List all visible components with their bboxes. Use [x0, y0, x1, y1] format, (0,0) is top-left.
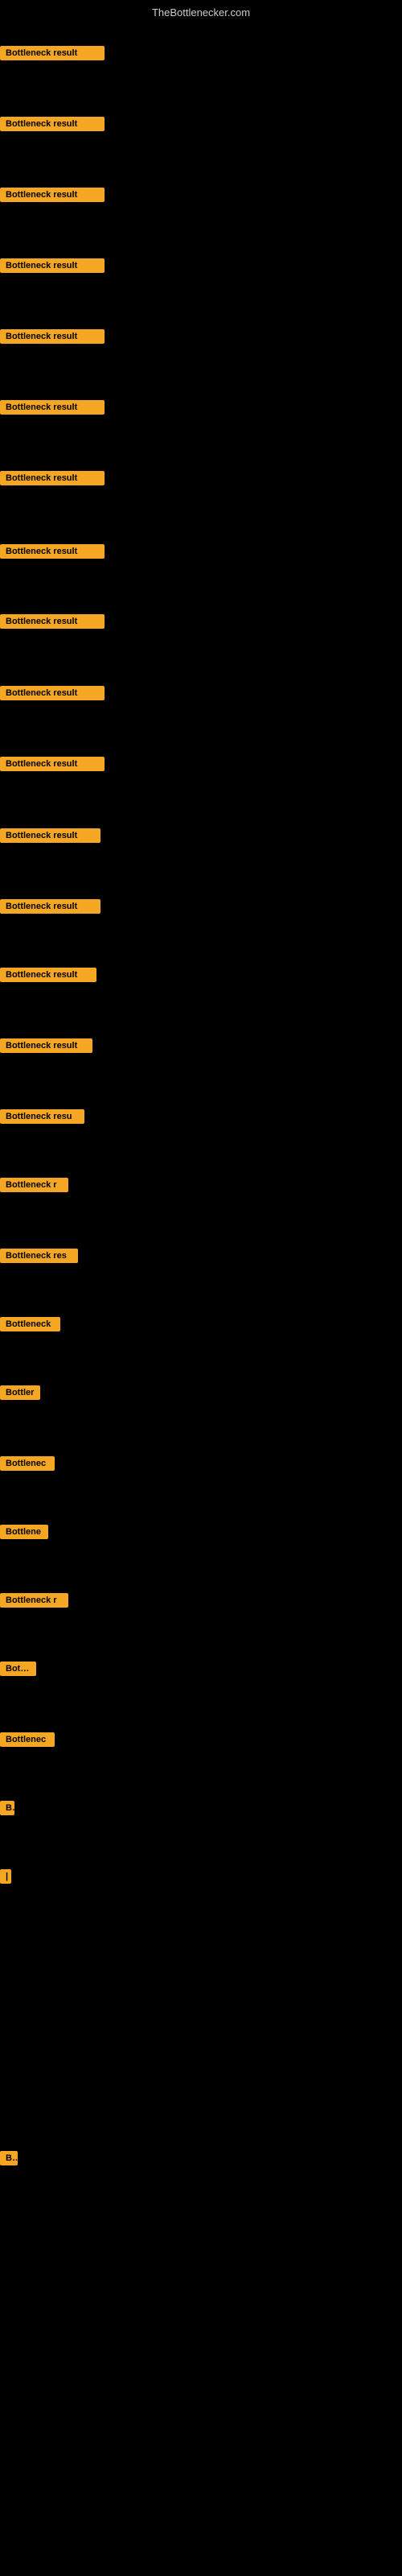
bottleneck-badge-11: Bottleneck result [0, 757, 105, 771]
bottleneck-badge-2: Bottleneck result [0, 117, 105, 131]
bottleneck-badge-28: Bo [0, 2151, 18, 2165]
bottleneck-badge-4: Bottleneck result [0, 258, 105, 273]
bottleneck-badge-22: Bottlene [0, 1525, 48, 1539]
bottleneck-badge-16: Bottleneck resu [0, 1109, 84, 1124]
bottleneck-badge-26: B [0, 1801, 14, 1815]
site-title: TheBottlenecker.com [0, 6, 402, 19]
bottleneck-badge-18: Bottleneck res [0, 1249, 78, 1263]
bottleneck-badge-12: Bottleneck result [0, 828, 100, 843]
bottleneck-badge-14: Bottleneck result [0, 968, 96, 982]
bottleneck-badge-27: | [0, 1869, 11, 1884]
bottleneck-badge-3: Bottleneck result [0, 188, 105, 202]
bottleneck-badge-21: Bottlenec [0, 1456, 55, 1471]
bottleneck-badge-7: Bottleneck result [0, 471, 105, 485]
bottleneck-badge-23: Bottleneck r [0, 1593, 68, 1608]
bottleneck-badge-10: Bottleneck result [0, 686, 105, 700]
bottleneck-badge-17: Bottleneck r [0, 1178, 68, 1192]
bottleneck-badge-6: Bottleneck result [0, 400, 105, 415]
bottleneck-badge-13: Bottleneck result [0, 899, 100, 914]
bottleneck-badge-9: Bottleneck result [0, 614, 105, 629]
bottleneck-badge-15: Bottleneck result [0, 1038, 92, 1053]
bottleneck-badge-1: Bottleneck result [0, 46, 105, 60]
bottleneck-badge-25: Bottlenec [0, 1732, 55, 1747]
bottleneck-badge-20: Bottler [0, 1385, 40, 1400]
bottleneck-badge-8: Bottleneck result [0, 544, 105, 559]
bottleneck-badge-5: Bottleneck result [0, 329, 105, 344]
bottleneck-badge-24: Bottle [0, 1662, 36, 1676]
bottleneck-badge-19: Bottleneck [0, 1317, 60, 1331]
